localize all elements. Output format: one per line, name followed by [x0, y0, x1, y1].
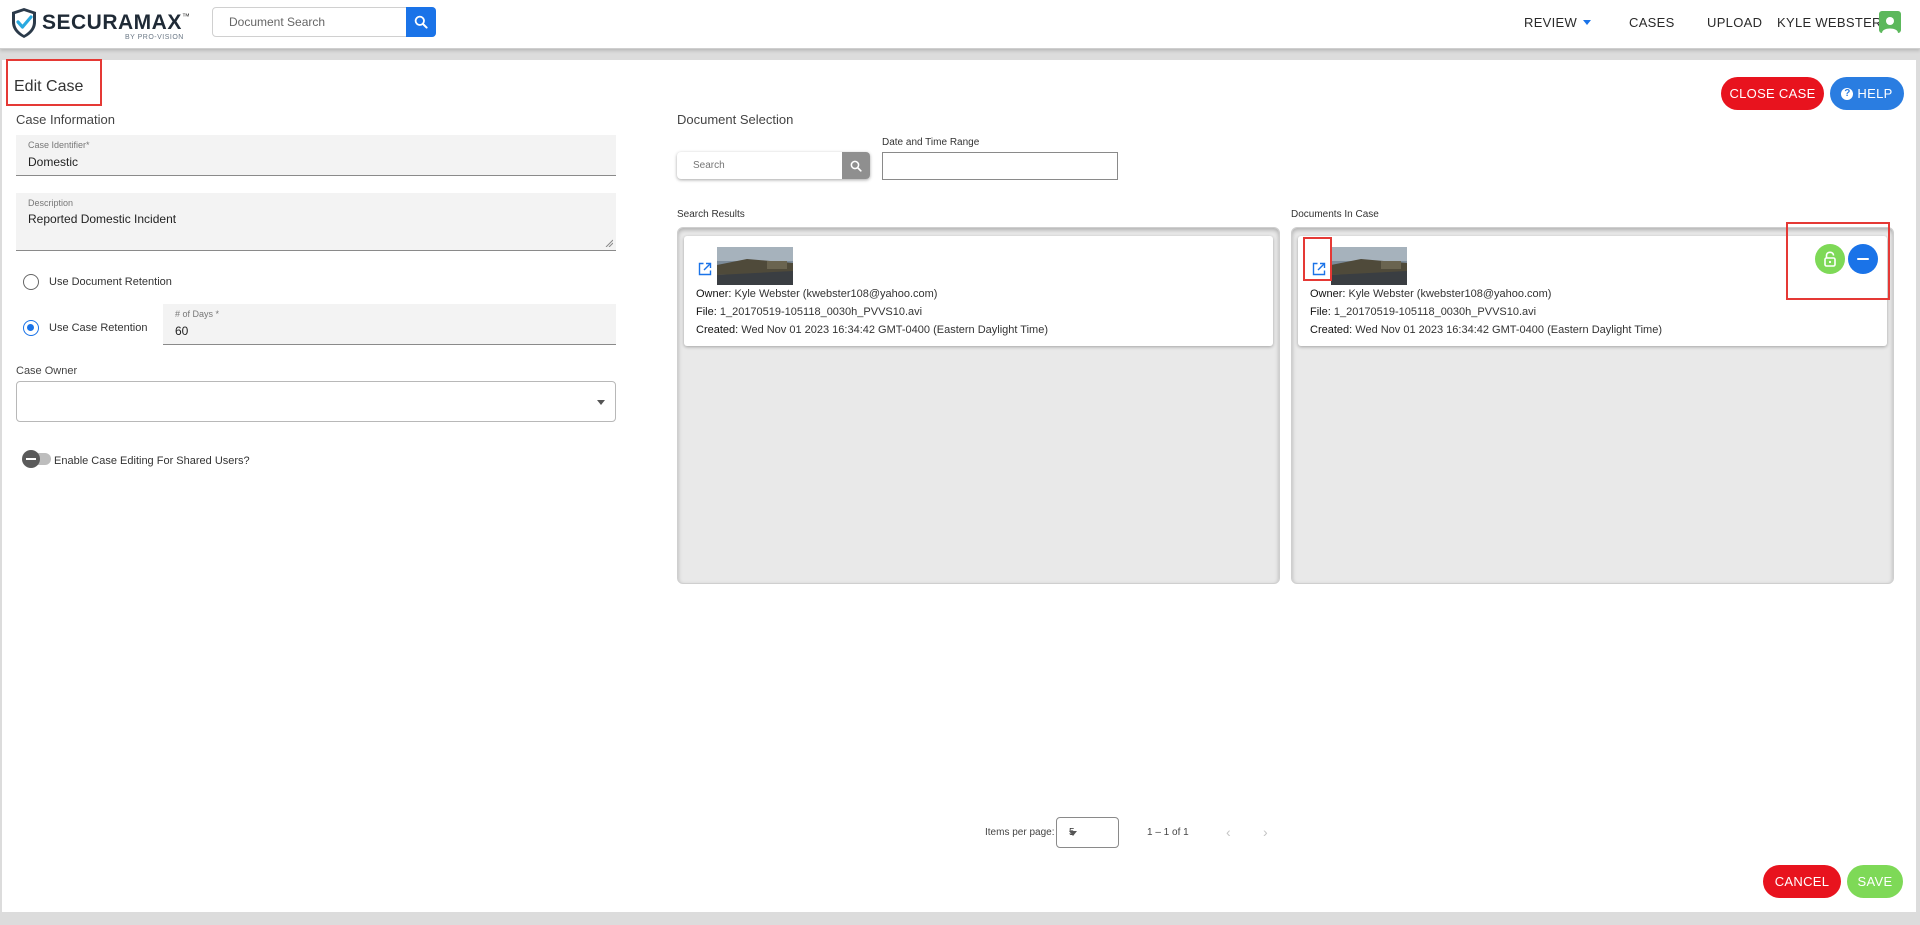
save-button[interactable]: SAVE	[1847, 865, 1903, 898]
use-case-retention-label: Use Case Retention	[49, 322, 148, 334]
owner-value: Kyle Webster (kwebster108@yahoo.com)	[734, 288, 938, 300]
owner-value: Kyle Webster (kwebster108@yahoo.com)	[1348, 288, 1552, 300]
nav-cases[interactable]: CASES	[1629, 0, 1675, 44]
file-value: 1_20170519-105118_0030h_PVVS10.avi	[1333, 306, 1537, 318]
doc-search-input[interactable]	[677, 152, 840, 179]
created-label: Created:	[696, 324, 739, 336]
case-identifier-field[interactable]: Case Identifier* Domestic	[16, 135, 616, 176]
highlight-box-title	[6, 59, 102, 106]
use-document-retention-label: Use Document Retention	[49, 276, 172, 288]
date-range-label: Date and Time Range	[882, 137, 980, 148]
date-range-input[interactable]	[882, 152, 1118, 180]
radio-unchecked[interactable]	[23, 274, 39, 290]
document-search-input[interactable]	[213, 8, 408, 36]
toggle-knob	[22, 450, 40, 468]
owner-line: Owner: Kyle Webster (kwebster108@yahoo.c…	[1310, 288, 1551, 300]
search-icon	[850, 160, 862, 172]
nav-review-label: REVIEW	[1524, 14, 1578, 30]
chevron-down-icon	[1583, 19, 1592, 25]
items-per-page-select[interactable]: 5	[1056, 817, 1119, 848]
chevron-down-icon	[597, 400, 605, 405]
nav-user-name[interactable]: KYLE WEBSTER	[1777, 0, 1882, 44]
file-label: File:	[1310, 306, 1331, 318]
case-owner-label: Case Owner	[16, 365, 78, 377]
use-case-retention-option[interactable]: Use Case Retention	[23, 320, 147, 336]
document-selection-heading: Document Selection	[677, 112, 794, 127]
created-value: Wed Nov 01 2023 16:34:42 GMT-0400 (Easte…	[741, 324, 1048, 336]
file-label: File:	[696, 306, 717, 318]
shield-logo-icon	[12, 8, 36, 38]
chevron-down-icon	[1069, 831, 1077, 836]
nav-upload[interactable]: UPLOAD	[1707, 0, 1762, 44]
securamax-logo[interactable]: SECURAMAX™ BY PRO-VISION	[10, 6, 190, 41]
case-information-heading: Case Information	[16, 112, 115, 127]
file-line: File: 1_20170519-105118_0030h_PVVS10.avi	[696, 306, 922, 318]
help-button-label: HELP	[1857, 86, 1893, 101]
doc-search-box	[677, 152, 870, 179]
top-nav-bar: SECURAMAX™ BY PRO-VISION REVIEW CASES UP…	[0, 0, 1920, 49]
document-search-button[interactable]	[406, 7, 436, 37]
resize-handle-icon[interactable]	[605, 239, 613, 247]
highlight-box-actions	[1786, 222, 1890, 300]
video-thumbnail	[717, 247, 793, 285]
open-in-new-icon[interactable]	[698, 262, 712, 276]
file-line: File: 1_20170519-105118_0030h_PVVS10.avi	[1310, 306, 1536, 318]
created-label: Created:	[1310, 324, 1353, 336]
owner-line: Owner: Kyle Webster (kwebster108@yahoo.c…	[696, 288, 937, 300]
search-icon	[414, 15, 428, 29]
search-results-list: Owner: Kyle Webster (kwebster108@yahoo.c…	[677, 227, 1280, 584]
days-field[interactable]: # of Days * 60	[163, 304, 616, 345]
owner-label: Owner:	[1310, 288, 1346, 300]
case-identifier-label: Case Identifier*	[28, 140, 90, 150]
description-label: Description	[28, 198, 74, 208]
file-value: 1_20170519-105118_0030h_PVVS10.avi	[719, 306, 923, 318]
items-per-page-label: Items per page:	[985, 827, 1055, 838]
next-page-icon[interactable]: ›	[1263, 825, 1273, 839]
description-value: Reported Domestic Incident	[28, 212, 177, 226]
document-search-box	[212, 7, 436, 37]
days-label: # of Days *	[175, 309, 220, 319]
enable-editing-toggle[interactable]	[22, 450, 51, 468]
brand-name: SECURAMAX	[42, 11, 182, 34]
description-field[interactable]: Description Reported Domestic Incident	[16, 193, 616, 251]
cancel-button[interactable]: CANCEL	[1763, 865, 1841, 898]
case-identifier-value: Domestic	[28, 155, 79, 169]
search-result-card[interactable]: Owner: Kyle Webster (kwebster108@yahoo.c…	[684, 236, 1273, 346]
search-results-label: Search Results	[677, 209, 745, 220]
radio-checked[interactable]	[23, 320, 39, 336]
use-document-retention-option[interactable]: Use Document Retention	[23, 274, 172, 290]
video-thumbnail	[1331, 247, 1407, 285]
close-case-button[interactable]: CLOSE CASE	[1721, 77, 1824, 110]
owner-label: Owner:	[696, 288, 732, 300]
brand-trademark: ™	[181, 12, 190, 21]
enable-editing-label: Enable Case Editing For Shared Users?	[54, 455, 250, 467]
user-avatar-icon[interactable]	[1879, 11, 1901, 33]
case-owner-select[interactable]	[16, 381, 616, 422]
pagination-range: 1 – 1 of 1	[1147, 827, 1189, 838]
documents-in-case-label: Documents In Case	[1291, 209, 1379, 220]
doc-search-button[interactable]	[842, 152, 870, 179]
highlight-box-open-icon	[1303, 237, 1332, 281]
help-icon: ?	[1841, 87, 1854, 100]
help-button[interactable]: ? HELP	[1830, 77, 1904, 110]
created-line: Created: Wed Nov 01 2023 16:34:42 GMT-04…	[1310, 324, 1662, 336]
created-value: Wed Nov 01 2023 16:34:42 GMT-0400 (Easte…	[1355, 324, 1662, 336]
created-line: Created: Wed Nov 01 2023 16:34:42 GMT-04…	[696, 324, 1048, 336]
previous-page-icon[interactable]: ‹	[1226, 825, 1236, 839]
brand-subtitle: BY PRO-VISION	[124, 34, 184, 41]
days-value: 60	[175, 324, 189, 338]
nav-review[interactable]: REVIEW	[1524, 0, 1592, 44]
